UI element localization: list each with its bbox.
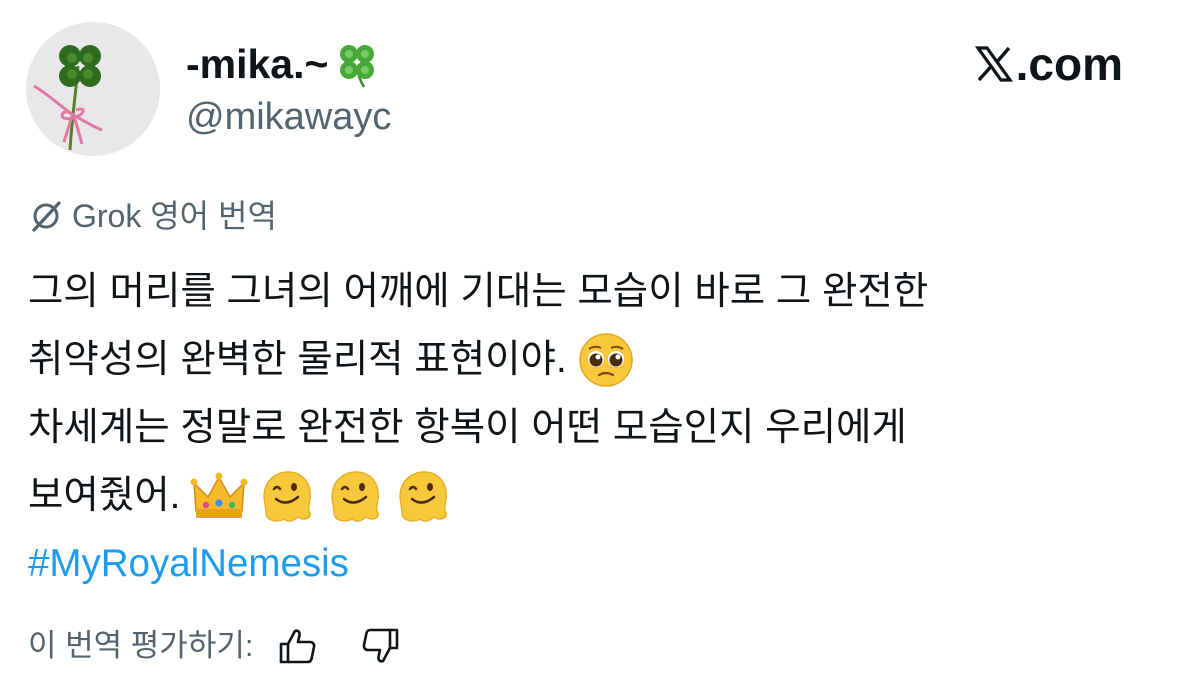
pleading-face-emoji	[578, 333, 633, 387]
thumbs-up-icon[interactable]	[277, 626, 317, 666]
grok-translation-text: Grok 영어 번역	[72, 198, 277, 234]
tweet-line-text: 취약성의 완벽한 물리적 표현이야.	[28, 338, 567, 381]
melting-face-emoji	[331, 471, 380, 522]
tweet-line-text: 보여줬어.	[28, 474, 181, 517]
rate-translation-label: 이 번역 평가하기:	[28, 628, 254, 663]
melting-face-emoji	[399, 471, 448, 522]
rate-translation-row: 이 번역 평가하기:	[28, 624, 401, 668]
avatar[interactable]	[26, 22, 160, 156]
x-logo-icon	[974, 46, 1013, 82]
melting-face-emoji	[263, 471, 312, 522]
x-com-brand: .com	[974, 38, 1123, 90]
grok-icon	[32, 201, 61, 232]
display-name[interactable]: -mika.~	[186, 38, 382, 90]
tweet-line: 취약성의 완벽한 물리적 표현이야.	[28, 326, 1148, 394]
hashtag-link[interactable]: #MyRoyalNemesis	[28, 530, 349, 598]
four-leaf-clover-emoji	[332, 39, 382, 89]
tweet-line-text: 그의 머리를 그녀의 어깨에 기대는 모습이 바로 그 완전한	[28, 270, 929, 313]
tweet-text: 그의 머리를 그녀의 어깨에 기대는 모습이 바로 그 완전한 취약성의 완벽한…	[28, 258, 1148, 598]
user-handle[interactable]: @mikawayc	[186, 94, 391, 140]
tweet-line: 보여줬어.	[28, 462, 1148, 530]
brand-domain-text: .com	[1015, 38, 1123, 90]
grok-translation-label: Grok 영어 번역	[28, 196, 277, 236]
thumbs-down-icon[interactable]	[361, 626, 401, 666]
tweet-line: 그의 머리를 그녀의 어깨에 기대는 모습이 바로 그 완전한	[28, 258, 1148, 326]
tweet-line-text: 차세계는 정말로 완전한 항복이 어떤 모습인지 우리에게	[28, 406, 907, 449]
display-name-text: -mika.~	[186, 41, 329, 87]
tweet-line: #MyRoyalNemesis	[28, 530, 1148, 598]
tweet-line: 차세계는 정말로 완전한 항복이 어떤 모습인지 우리에게	[28, 394, 1148, 462]
crown-emoji	[190, 472, 248, 518]
